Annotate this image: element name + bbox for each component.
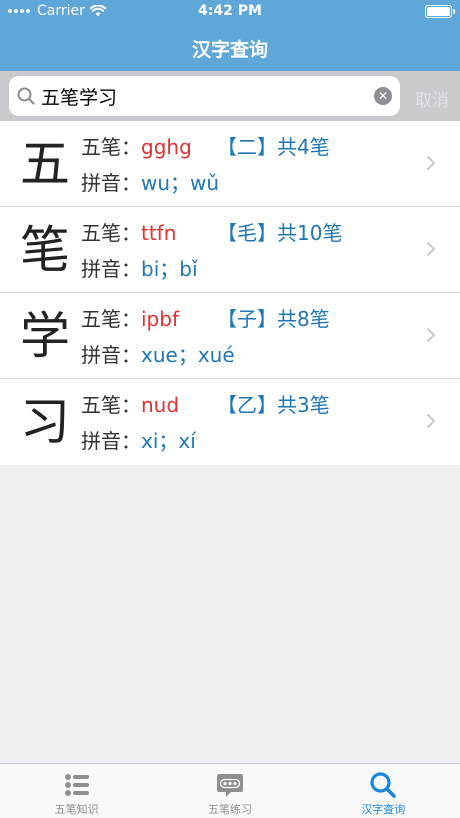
tab-bar: 五笔知识 五笔练习 汉字查询: [0, 763, 460, 818]
pinyin-line: 拼音：xi；xí: [81, 429, 196, 453]
tab-wubi-knowledge[interactable]: 五笔知识: [0, 764, 153, 818]
wubi-code: gghg: [141, 135, 192, 159]
radical-strokes: 【毛】共10笔: [217, 221, 343, 245]
pinyin-value: bi；bǐ: [141, 257, 198, 281]
search-bar: ✕ 取消: [0, 71, 460, 121]
nav-header: Carrier 4:42 PM 汉字查询: [0, 0, 460, 71]
result-char: 笔: [20, 221, 70, 279]
result-row-wu[interactable]: 五 五笔：gghg 【二】共4笔 拼音：wu；wǔ: [0, 121, 460, 207]
pinyin-label: 拼音：: [81, 257, 141, 281]
result-row-bi[interactable]: 笔 五笔：ttfn 【毛】共10笔 拼音：bi；bǐ: [0, 207, 460, 293]
tab-wubi-practice[interactable]: 五笔练习: [153, 764, 306, 818]
chat-icon: [216, 774, 243, 797]
pinyin-value: xue；xué: [141, 343, 235, 367]
radical-strokes: 【子】共8笔: [217, 307, 330, 331]
pinyin-value: wu；wǔ: [141, 171, 220, 195]
pinyin-line: 拼音：bi；bǐ: [81, 257, 198, 281]
pinyin-line: 拼音：xue；xué: [81, 343, 235, 367]
result-char: 五: [20, 135, 70, 193]
tab-label: 五笔练习: [207, 803, 252, 816]
search-icon: [370, 772, 397, 798]
chevron-right-icon: [427, 414, 435, 428]
result-row-xi[interactable]: 习 五笔：nud 【乙】共3笔 拼音：xi；xí: [0, 379, 460, 465]
result-row-xue[interactable]: 学 五笔：ipbf 【子】共8笔 拼音：xue；xué: [0, 293, 460, 379]
pinyin-value: xi；xí: [141, 429, 196, 453]
pinyin-label: 拼音：: [81, 171, 141, 195]
radical-strokes: 【二】共4笔: [217, 135, 330, 159]
status-bar: Carrier 4:42 PM: [0, 0, 460, 24]
search-icon: [17, 87, 35, 105]
wubi-label: 五笔：: [81, 307, 141, 331]
tab-label: 五笔知识: [54, 803, 99, 816]
page-title: 汉字查询: [191, 39, 268, 61]
pinyin-label: 拼音：: [81, 343, 141, 367]
wubi-line: 五笔：ipbf 【子】共8笔: [81, 307, 330, 331]
tab-label: 汉字查询: [361, 803, 406, 816]
tab-hanzi-lookup[interactable]: 汉字查询: [307, 764, 460, 818]
wubi-code: ipbf: [141, 307, 179, 331]
search-field[interactable]: ✕: [9, 76, 400, 116]
pinyin-label: 拼音：: [81, 429, 141, 453]
status-time: 4:42 PM: [198, 3, 262, 19]
chevron-right-icon: [427, 242, 435, 256]
clear-icon[interactable]: ✕: [374, 87, 392, 105]
radical-strokes: 【乙】共3笔: [217, 393, 330, 417]
battery-icon: [425, 5, 455, 18]
cancel-button[interactable]: 取消: [415, 86, 449, 111]
pinyin-line: 拼音：wu；wǔ: [81, 171, 219, 195]
wubi-label: 五笔：: [81, 221, 141, 245]
wubi-label: 五笔：: [81, 135, 141, 159]
search-input[interactable]: [41, 85, 361, 107]
chevron-right-icon: [427, 156, 435, 170]
wubi-line: 五笔：nud 【乙】共3笔: [81, 393, 330, 417]
wubi-code: ttfn: [141, 221, 177, 245]
result-char: 习: [20, 393, 70, 451]
result-char: 学: [20, 307, 70, 365]
chevron-right-icon: [427, 328, 435, 342]
list-icon: [64, 774, 89, 796]
results-list: 五 五笔：gghg 【二】共4笔 拼音：wu；wǔ 笔 五笔：ttfn 【毛】共10…: [0, 121, 460, 465]
wubi-label: 五笔：: [81, 393, 141, 417]
wubi-code: nud: [141, 393, 180, 417]
wubi-line: 五笔：gghg 【二】共4笔: [81, 135, 330, 159]
wubi-line: 五笔：ttfn 【毛】共10笔: [81, 221, 342, 245]
